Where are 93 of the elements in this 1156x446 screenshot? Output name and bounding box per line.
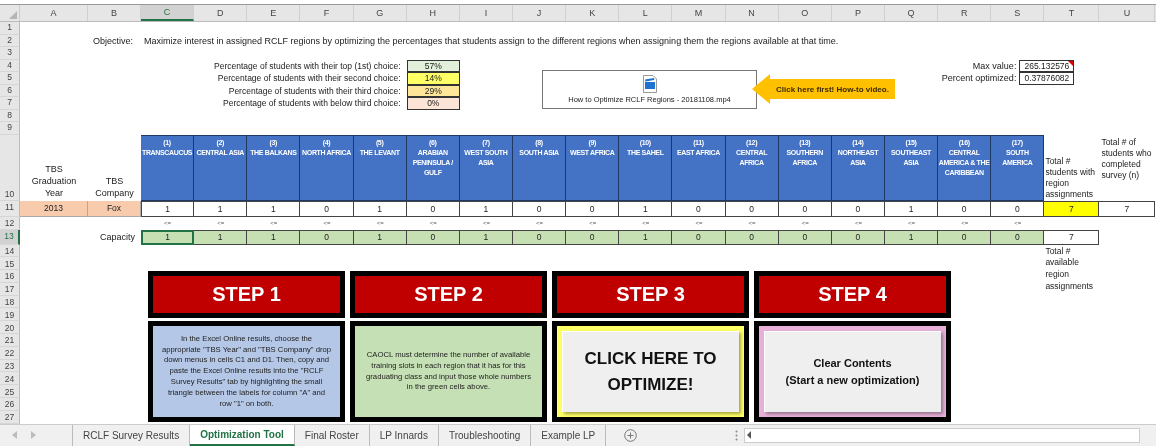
optimization-label: Percent optimized: bbox=[941, 73, 1017, 84]
horizontal-scrollbar[interactable] bbox=[744, 427, 1140, 443]
capacity-cell[interactable]: 0 bbox=[938, 229, 992, 245]
capacity-cell[interactable]: 0 bbox=[513, 229, 567, 245]
row-header[interactable]: 3 bbox=[0, 47, 20, 60]
column-header[interactable]: D bbox=[194, 5, 248, 21]
table-cell: 7 bbox=[1044, 229, 1100, 245]
column-header[interactable]: N bbox=[725, 5, 779, 21]
sheet-tab[interactable]: Example LP bbox=[531, 424, 607, 446]
video-file-icon bbox=[642, 75, 657, 93]
column-header[interactable]: L bbox=[619, 5, 673, 21]
step-header: STEP 1 bbox=[148, 271, 345, 319]
sheet-tab[interactable]: Final Roster bbox=[294, 424, 370, 446]
column-header[interactable]: O bbox=[778, 5, 832, 21]
column-header[interactable]: C bbox=[141, 5, 195, 21]
sheet-tab[interactable]: Troubleshooting bbox=[438, 424, 532, 446]
column-header[interactable]: P bbox=[831, 5, 885, 21]
capacity-cell[interactable]: 1 bbox=[141, 229, 195, 245]
column-header[interactable]: U bbox=[1099, 5, 1156, 21]
objective-text: Maximize interest in assigned RCLF regions by optimizing the percentages that students assign to the different regions when assigning them the regions available at that time. bbox=[144, 35, 839, 46]
capacity-cell[interactable]: 0 bbox=[566, 229, 620, 245]
stat-label: Percentage of students with below third choice: bbox=[223, 98, 401, 109]
row-header[interactable]: 9 bbox=[0, 122, 20, 135]
row-header[interactable]: 24 bbox=[0, 372, 20, 386]
table-cell: 2013 bbox=[20, 200, 88, 217]
capacity-cell[interactable]: 1 bbox=[619, 229, 673, 245]
stat-label: Percentage of students with their second choice: bbox=[217, 73, 401, 84]
column-header[interactable]: F bbox=[300, 5, 354, 21]
scroll-right-icon[interactable] bbox=[30, 431, 36, 440]
column-header[interactable]: E bbox=[247, 5, 301, 21]
objective-label: Objective: bbox=[92, 35, 133, 46]
capacity-cell[interactable]: 0 bbox=[672, 229, 726, 245]
optimization-value-cell: 0.37876082 bbox=[1019, 72, 1075, 85]
column-heading: Total # students with region assignments bbox=[1045, 156, 1096, 201]
stat-value-cell: 14% bbox=[406, 72, 460, 85]
comment-indicator-icon[interactable] bbox=[1068, 60, 1074, 66]
column-header[interactable]: R bbox=[938, 5, 992, 21]
column-heading: TBS Company bbox=[94, 176, 135, 200]
column-header[interactable]: S bbox=[991, 5, 1045, 21]
table-cell: Fox bbox=[88, 200, 141, 217]
row-header[interactable]: 10 bbox=[0, 134, 20, 201]
row-header[interactable]: 1 bbox=[0, 22, 20, 35]
column-header[interactable]: G bbox=[353, 5, 407, 21]
stat-label: Percentage of students with their third choice: bbox=[228, 85, 401, 96]
capacity-cell[interactable]: 0 bbox=[300, 229, 354, 245]
capacity-cell[interactable]: 0 bbox=[778, 229, 832, 245]
row-header[interactable]: 20 bbox=[0, 321, 20, 335]
column-heading: TBS Graduation Year bbox=[30, 164, 78, 200]
capacity-cell[interactable]: 1 bbox=[194, 229, 248, 245]
column-header[interactable]: J bbox=[513, 5, 567, 21]
row-header[interactable]: 25 bbox=[0, 385, 20, 399]
capacity-cell[interactable]: 0 bbox=[406, 229, 460, 245]
column-header[interactable]: K bbox=[566, 5, 620, 21]
capacity-cell[interactable]: 0 bbox=[725, 229, 779, 245]
capacity-cell[interactable]: 1 bbox=[247, 229, 301, 245]
stat-label: Percentage of students with their top (1st) choice: bbox=[214, 60, 401, 71]
column-header[interactable]: H bbox=[406, 5, 460, 21]
column-header[interactable]: T bbox=[1044, 5, 1100, 21]
stat-value-cell: 57% bbox=[406, 59, 460, 72]
column-header[interactable]: A bbox=[20, 5, 88, 21]
capacity-cell[interactable]: 0 bbox=[991, 229, 1045, 245]
sheet-tab[interactable]: LP Innards bbox=[369, 424, 439, 446]
table-cell: 7 bbox=[1044, 200, 1100, 217]
column-heading: Total # of students who completed survey (n) bbox=[1101, 136, 1152, 180]
row-header[interactable]: 16 bbox=[0, 270, 20, 283]
row-header[interactable]: 21 bbox=[0, 334, 20, 347]
capacity-cell[interactable]: 0 bbox=[831, 229, 885, 245]
sheet-tab[interactable]: Optimization Tool bbox=[190, 424, 295, 446]
add-sheet-icon[interactable] bbox=[624, 428, 638, 442]
column-header[interactable]: M bbox=[672, 5, 726, 21]
row-header[interactable]: 19 bbox=[0, 308, 20, 322]
capacity-cell[interactable]: 1 bbox=[884, 229, 939, 245]
capacity-cell[interactable]: 1 bbox=[353, 229, 407, 245]
clear-button[interactable]: Clear Contents (Start a new optimization) bbox=[764, 331, 941, 413]
more-icon[interactable] bbox=[735, 429, 739, 441]
row-header[interactable]: 15 bbox=[0, 257, 20, 271]
optimization-value-cell: 265.132576 bbox=[1019, 59, 1075, 72]
stat-value-cell: 0% bbox=[406, 97, 460, 110]
row-header[interactable]: 26 bbox=[0, 398, 20, 411]
step-header: STEP 4 bbox=[754, 271, 951, 319]
optimize-button[interactable]: CLICK HERE TO OPTIMIZE! bbox=[562, 331, 739, 413]
column-header[interactable]: Q bbox=[884, 5, 939, 21]
column-header[interactable]: I bbox=[459, 5, 513, 21]
row-label: Capacity bbox=[100, 232, 135, 242]
capacity-cell[interactable]: 1 bbox=[459, 229, 513, 245]
select-all-icon[interactable] bbox=[9, 11, 17, 19]
table-cell: 7 bbox=[1099, 200, 1156, 217]
step-header: STEP 2 bbox=[350, 271, 547, 319]
row-label: Total # available region assignments bbox=[1045, 245, 1094, 292]
row-header[interactable]: 7 bbox=[0, 97, 20, 110]
step-header: STEP 3 bbox=[552, 271, 749, 319]
optimization-label: Max value: bbox=[972, 60, 1017, 71]
row-header[interactable]: 5 bbox=[0, 72, 20, 85]
